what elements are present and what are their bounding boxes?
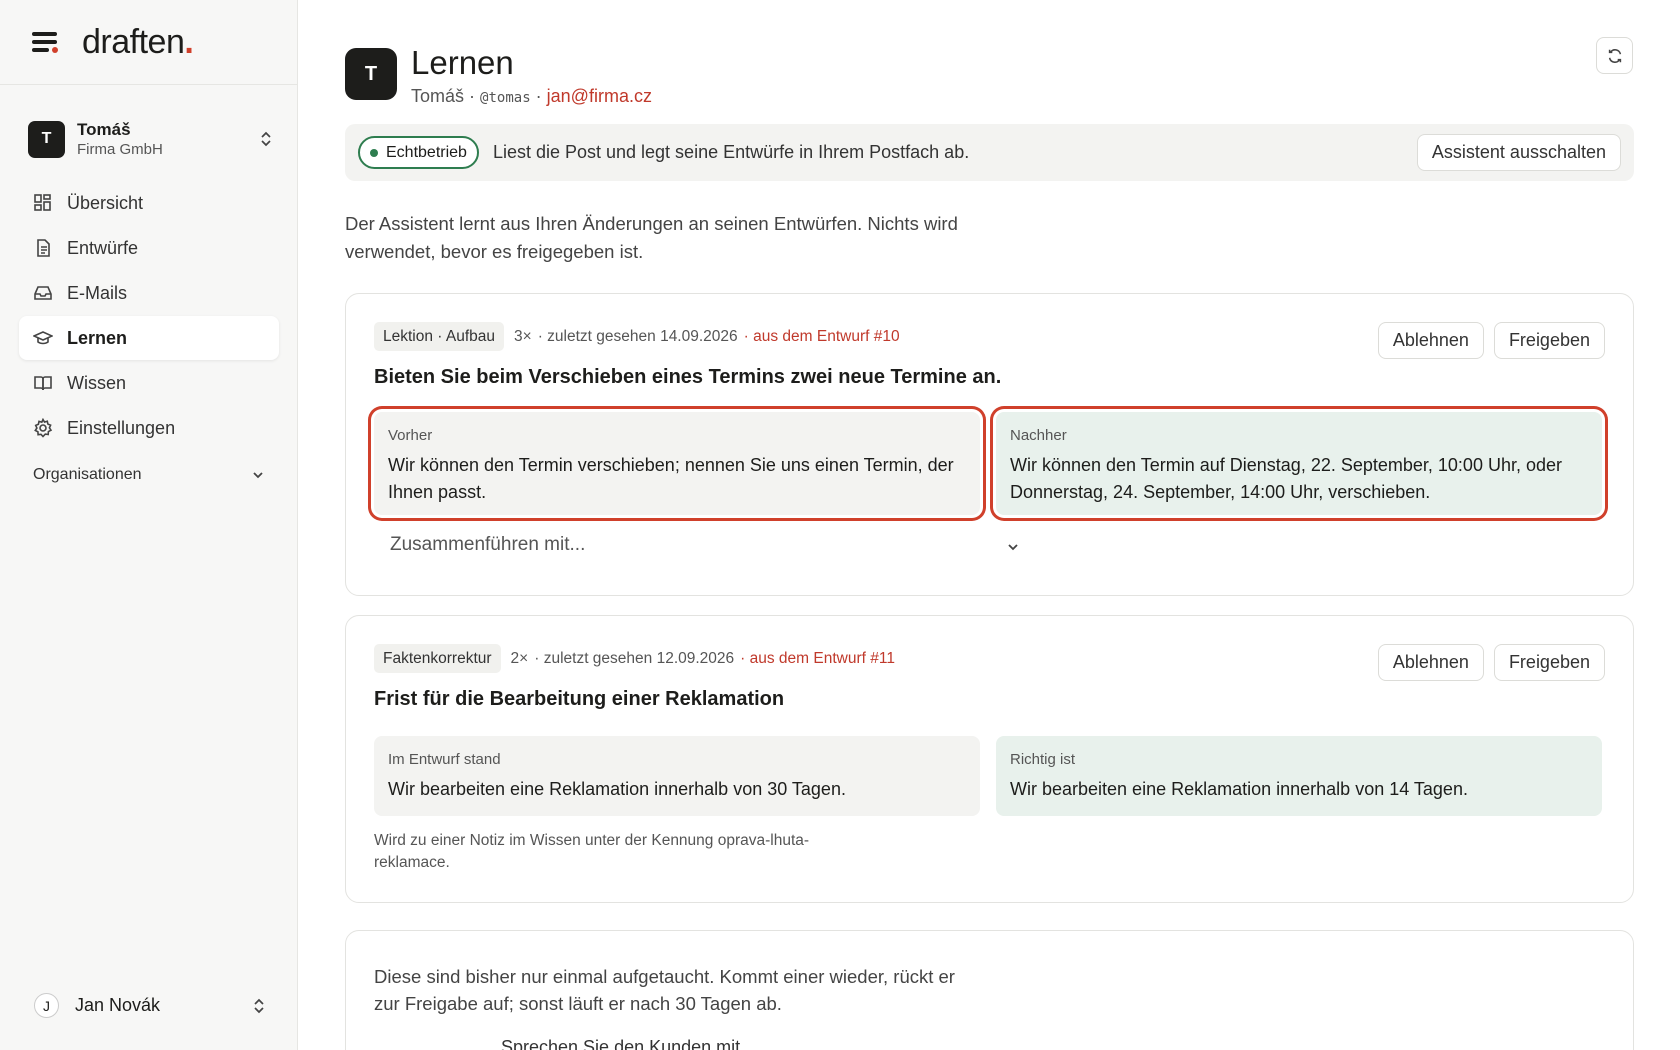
status-label: Echtbetrieb (386, 143, 467, 161)
pending-lessons-card: Diese sind bisher nur einmal aufgetaucht… (345, 930, 1634, 1050)
knowledge-note: Wird zu einer Notiz im Wissen unter der … (374, 832, 810, 871)
sidebar-item-lernen[interactable]: Lernen (19, 316, 279, 360)
assistant-handle: @tomas (480, 90, 531, 106)
occurrence-count: 2× (510, 649, 529, 667)
reject-button[interactable]: Ablehnen (1377, 644, 1484, 681)
separator: · (535, 86, 542, 106)
status-badge: Echtbetrieb (358, 136, 479, 169)
approve-button[interactable]: Freigeben (1493, 644, 1605, 681)
brand-bar: draften. (0, 0, 297, 85)
sidebar-item-entwuerfe[interactable]: Entwürfe (19, 226, 279, 270)
user-avatar: J (34, 993, 59, 1018)
lesson-meta: Lektion · Aufbau 3× · zuletzt gesehen 14… (374, 322, 900, 351)
status-description: Liest die Post und legt seine Entwürfe i… (492, 142, 970, 162)
status-banner: Echtbetrieb Liest die Post und legt sein… (345, 124, 1634, 181)
lesson-type-tag: Lektion · Aufbau (374, 322, 505, 351)
sidebar-item-wissen[interactable]: Wissen (19, 361, 279, 405)
sidebar-item-label: Einstellungen (67, 417, 176, 438)
correct-value-box: Richtig ist Wir bearbeiten eine Reklamat… (996, 736, 1602, 816)
separator: · (469, 86, 476, 106)
correct-value-text: Wir bearbeiten eine Reklamation innerhal… (1010, 779, 1468, 799)
draft-value-text: Wir bearbeiten eine Reklamation innerhal… (388, 779, 846, 799)
org-avatar: T (28, 120, 65, 158)
source-draft-link[interactable]: · aus dem Entwurf #11 (740, 650, 895, 668)
last-seen: · zuletzt gesehen 14.09.2026 (537, 327, 738, 345)
disable-assistant-button[interactable]: Assistent ausschalten (1416, 134, 1621, 171)
sidebar-item-label: Entwürfe (67, 237, 139, 258)
after-box: Nachher Wir können den Termin auf Dienst… (996, 412, 1602, 515)
sidebar-item-label: Übersicht (67, 192, 144, 213)
assistant-email[interactable]: jan@firma.cz (547, 86, 652, 106)
reject-button[interactable]: Ablehnen (1377, 322, 1484, 359)
org-company: Firma GmbH (77, 140, 163, 158)
gear-icon (33, 418, 53, 438)
sidebar-item-uebersicht[interactable]: Übersicht (19, 181, 279, 225)
lesson-type-tag: Faktenkorrektur (374, 644, 501, 673)
lesson-title: Bieten Sie beim Verschieben eines Termin… (374, 366, 1002, 388)
user-name: Jan Novák (75, 995, 161, 1015)
status-dot-icon (370, 148, 378, 157)
organisations-label: Organisationen (33, 466, 142, 483)
assistant-name: Tomáš (411, 86, 465, 106)
chevron-up-down-icon (259, 130, 273, 148)
grid-icon (33, 193, 53, 213)
intro-text: Der Assistent lernt aus Ihren Änderungen… (345, 213, 958, 262)
pending-item: Sprechen Sie den Kunden mit (501, 1037, 741, 1050)
draft-value-label: Im Entwurf stand (388, 751, 501, 768)
assistant-identity: Tomáš · @tomas · jan@firma.cz (411, 86, 652, 107)
draft-value-box: Im Entwurf stand Wir bearbeiten eine Rek… (374, 736, 980, 816)
page-title: Lernen (411, 44, 514, 81)
user-menu[interactable]: J Jan Novák (34, 993, 266, 1018)
before-label: Vorher (388, 427, 433, 444)
lesson-meta: Faktenkorrektur 2× · zuletzt gesehen 12.… (374, 644, 895, 673)
lesson-actions: Ablehnen Freigeben (1377, 644, 1605, 681)
chevron-down-icon (251, 468, 265, 482)
correct-value-label: Richtig ist (1010, 751, 1076, 768)
graduation-cap-icon (33, 328, 53, 348)
inbox-icon (33, 283, 53, 303)
after-label: Nachher (1010, 427, 1067, 444)
menu-icon[interactable] (32, 31, 60, 53)
sidebar-item-label: Wissen (67, 372, 127, 393)
chevron-up-down-icon (252, 997, 266, 1015)
before-box: Vorher Wir können den Termin verschieben… (374, 412, 980, 515)
refresh-icon (1608, 48, 1621, 63)
book-icon (33, 373, 53, 393)
occurrence-count: 3× (514, 327, 532, 345)
merge-select-value: Zusammenführen mit... (390, 534, 586, 555)
sidebar-nav: Übersicht Entwürfe E-Mails Lernen Wissen… (19, 181, 279, 451)
page-header: T Lernen Tomáš · @tomas · jan@firma.cz (345, 44, 652, 107)
sidebar-item-label: Lernen (67, 327, 128, 348)
last-seen: · zuletzt gesehen 12.09.2026 (534, 649, 735, 667)
sidebar: draften. T Tomáš Firma GmbH Übersicht En… (0, 0, 298, 1050)
lesson-card: Lektion · Aufbau 3× · zuletzt gesehen 14… (345, 293, 1634, 596)
chevron-down-icon (1006, 538, 1020, 552)
org-switcher[interactable]: T Tomáš Firma GmbH (28, 116, 273, 162)
lesson-title: Frist für die Bearbeitung einer Reklamat… (374, 688, 785, 710)
merge-select[interactable]: Zusammenführen mit... (390, 534, 1020, 556)
refresh-button[interactable] (1596, 37, 1633, 74)
assistant-avatar: T (345, 48, 397, 100)
sidebar-item-emails[interactable]: E-Mails (19, 271, 279, 315)
sidebar-item-label: E-Mails (67, 282, 128, 303)
sidebar-item-einstellungen[interactable]: Einstellungen (19, 406, 279, 450)
logo[interactable]: draften. (82, 23, 194, 62)
org-user-name: Tomáš (77, 119, 131, 139)
lesson-actions: Ablehnen Freigeben (1377, 322, 1605, 359)
source-draft-link[interactable]: · aus dem Entwurf #10 (744, 328, 900, 346)
approve-button[interactable]: Freigeben (1493, 322, 1605, 359)
pending-description: Diese sind bisher nur einmal aufgetaucht… (374, 966, 955, 1014)
organisations-toggle[interactable]: Organisationen (33, 466, 265, 484)
document-icon (33, 238, 53, 258)
after-text: Wir können den Termin auf Dienstag, 22. … (1010, 455, 1562, 502)
lesson-card: Faktenkorrektur 2× · zuletzt gesehen 12.… (345, 615, 1634, 903)
before-text: Wir können den Termin verschieben; nenne… (388, 455, 954, 502)
